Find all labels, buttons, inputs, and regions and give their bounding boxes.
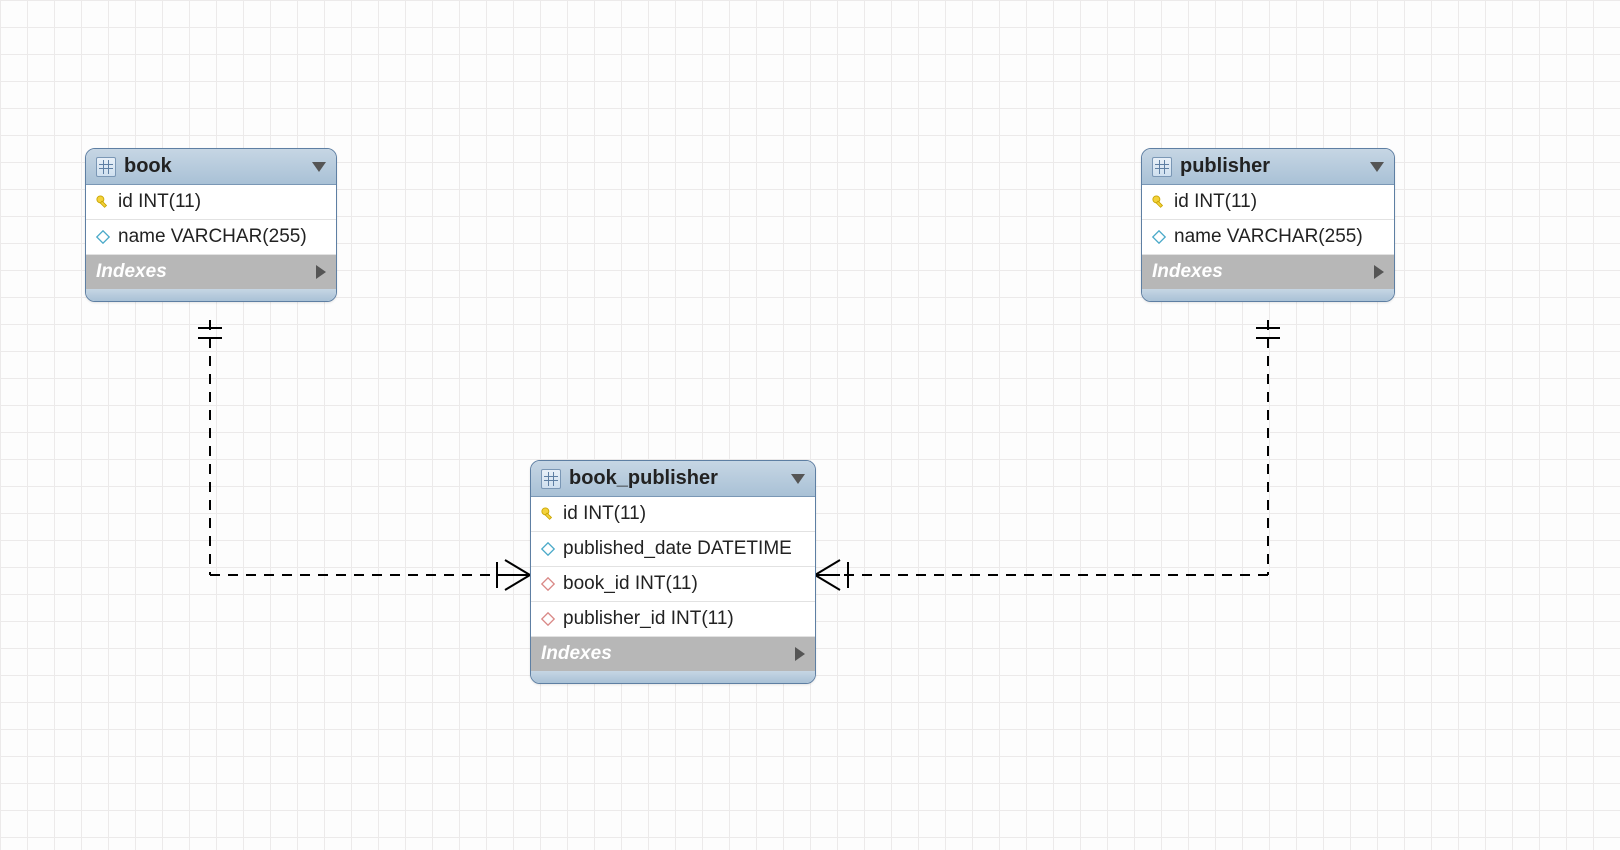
table-title: publisher xyxy=(1180,155,1270,178)
table-header[interactable]: publisher xyxy=(1142,149,1394,185)
table-footer xyxy=(86,289,336,301)
table-publisher[interactable]: publisher id INT(11) name VARCHAR(255) I… xyxy=(1141,148,1395,302)
column-row[interactable]: name VARCHAR(255) xyxy=(1142,220,1394,255)
attribute-icon xyxy=(541,542,555,556)
primary-key-icon xyxy=(1152,195,1166,209)
column-label: publisher_id INT(11) xyxy=(563,608,734,630)
collapse-icon[interactable] xyxy=(1370,162,1384,172)
column-label: published_date DATETIME xyxy=(563,538,792,560)
collapse-icon[interactable] xyxy=(312,162,326,172)
column-row[interactable]: id INT(11) xyxy=(1142,185,1394,220)
expand-icon[interactable] xyxy=(316,265,326,279)
table-title: book xyxy=(124,155,172,178)
table-title: book_publisher xyxy=(569,467,718,490)
expand-icon[interactable] xyxy=(795,647,805,661)
table-icon xyxy=(541,469,561,489)
indexes-section[interactable]: Indexes xyxy=(1142,255,1394,289)
column-row[interactable]: published_date DATETIME xyxy=(531,532,815,567)
indexes-label: Indexes xyxy=(1152,261,1223,283)
column-row[interactable]: name VARCHAR(255) xyxy=(86,220,336,255)
column-label: id INT(11) xyxy=(563,503,646,525)
collapse-icon[interactable] xyxy=(791,474,805,484)
table-footer xyxy=(1142,289,1394,301)
column-row[interactable]: book_id INT(11) xyxy=(531,567,815,602)
column-label: id INT(11) xyxy=(1174,191,1257,213)
column-label: name VARCHAR(255) xyxy=(1174,226,1363,248)
relationship-lines xyxy=(0,0,1620,850)
primary-key-icon xyxy=(541,507,555,521)
table-header[interactable]: book xyxy=(86,149,336,185)
indexes-section[interactable]: Indexes xyxy=(531,637,815,671)
indexes-label: Indexes xyxy=(96,261,167,283)
column-row[interactable]: id INT(11) xyxy=(86,185,336,220)
primary-key-icon xyxy=(96,195,110,209)
attribute-icon xyxy=(96,230,110,244)
foreign-key-icon xyxy=(541,612,555,626)
column-label: name VARCHAR(255) xyxy=(118,226,307,248)
column-row[interactable]: id INT(11) xyxy=(531,497,815,532)
foreign-key-icon xyxy=(541,577,555,591)
table-book-publisher[interactable]: book_publisher id INT(11) published_date… xyxy=(530,460,816,684)
attribute-icon xyxy=(1152,230,1166,244)
table-icon xyxy=(96,157,116,177)
indexes-label: Indexes xyxy=(541,643,612,665)
table-book[interactable]: book id INT(11) name VARCHAR(255) Indexe… xyxy=(85,148,337,302)
indexes-section[interactable]: Indexes xyxy=(86,255,336,289)
column-label: book_id INT(11) xyxy=(563,573,698,595)
table-footer xyxy=(531,671,815,683)
column-row[interactable]: publisher_id INT(11) xyxy=(531,602,815,637)
expand-icon[interactable] xyxy=(1374,265,1384,279)
column-label: id INT(11) xyxy=(118,191,201,213)
table-header[interactable]: book_publisher xyxy=(531,461,815,497)
table-icon xyxy=(1152,157,1172,177)
